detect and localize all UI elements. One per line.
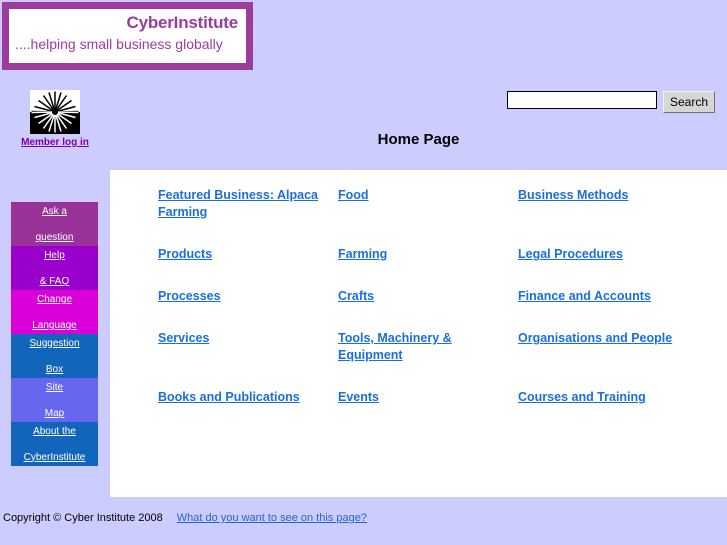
- search-button[interactable]: Search: [662, 91, 715, 113]
- brand-tagline: ....helping small business globally: [15, 36, 223, 52]
- sidebar-label-line1: Help: [44, 249, 65, 261]
- category-link-featured-business[interactable]: Featured Business: Alpaca Farming: [158, 188, 318, 219]
- sidebar-label-line1: About the: [33, 425, 76, 437]
- link-cell: Books and Publications: [158, 389, 338, 406]
- category-link-products[interactable]: Products: [158, 247, 212, 261]
- search-input[interactable]: [506, 91, 657, 109]
- link-cell: Organisations and People: [518, 330, 698, 364]
- category-link-grid: Featured Business: Alpaca Farming Food B…: [158, 187, 698, 431]
- category-link-legal-procedures[interactable]: Legal Procedures: [518, 247, 623, 261]
- content-panel: Featured Business: Alpaca Farming Food B…: [110, 170, 727, 497]
- category-link-finance-and-accounts[interactable]: Finance and Accounts: [518, 289, 651, 303]
- link-cell: Processes: [158, 288, 338, 305]
- feedback-link[interactable]: What do you want to see on this page?: [177, 512, 367, 524]
- sidebar-item-suggestion-box[interactable]: Suggestion Box: [11, 334, 98, 378]
- category-link-processes[interactable]: Processes: [158, 289, 221, 303]
- sidebar-label-line1: Site: [45, 381, 64, 393]
- sidebar-label-line1: Ask a: [41, 205, 67, 217]
- sidebar-label-line2: question: [35, 231, 74, 243]
- category-link-food[interactable]: Food: [338, 188, 369, 202]
- sidebar-label-line2: Box: [45, 363, 64, 375]
- sidebar-label-line1: Suggestion: [29, 337, 80, 349]
- footer: Copyright © Cyber Institute 2008 What do…: [0, 512, 727, 524]
- category-link-farming[interactable]: Farming: [338, 247, 387, 261]
- sidebar-item-label: Help & FAQ: [36, 249, 73, 288]
- sidebar-item-help-and-faq[interactable]: Help & FAQ: [11, 246, 98, 290]
- sidebar-item-label: Suggestion Box: [25, 337, 83, 376]
- sidebar-item-label: Change Language: [28, 293, 81, 332]
- side-navigation: Ask a question Help & FAQ Change Languag…: [11, 202, 98, 466]
- link-row: Featured Business: Alpaca Farming Food B…: [158, 187, 698, 221]
- link-row: Books and Publications Events Courses an…: [158, 389, 698, 406]
- link-row: Processes Crafts Finance and Accounts: [158, 288, 698, 305]
- link-cell: Business Methods: [518, 187, 698, 221]
- sidebar-label-line2: CyberInstitute: [23, 451, 86, 463]
- category-link-books-and-publications[interactable]: Books and Publications: [158, 390, 300, 404]
- sidebar-label-line2: Map: [44, 407, 65, 419]
- link-cell: Products: [158, 246, 338, 263]
- sidebar-label-line1: Change: [36, 293, 73, 305]
- sidebar-item-change-language[interactable]: Change Language: [11, 290, 98, 334]
- brand-name: CyberInstitute: [126, 13, 239, 32]
- sidebar-item-site-map[interactable]: Site Map: [11, 378, 98, 422]
- logo-block: Member log in: [19, 90, 91, 148]
- masthead-inner-panel: CyberInstitute ....helping small busines…: [9, 9, 246, 63]
- sidebar-item-label: Ask a question: [32, 205, 78, 244]
- sidebar-label-line2: Language: [32, 319, 77, 331]
- link-cell: Finance and Accounts: [518, 288, 698, 305]
- starburst-logo-icon: [30, 90, 80, 134]
- category-link-services[interactable]: Services: [158, 331, 209, 345]
- category-link-tools-machinery-equipment[interactable]: Tools, Machinery & Equipment: [338, 331, 452, 362]
- link-cell: Services: [158, 330, 338, 364]
- sidebar-item-about-the-cyberinstitute[interactable]: About the CyberInstitute: [11, 422, 98, 466]
- link-cell: Featured Business: Alpaca Farming: [158, 187, 338, 221]
- masthead-banner: CyberInstitute ....helping small busines…: [2, 2, 253, 70]
- category-link-business-methods[interactable]: Business Methods: [518, 188, 628, 202]
- link-cell: Crafts: [338, 288, 518, 305]
- link-row: Services Tools, Machinery & Equipment Or…: [158, 330, 698, 364]
- category-link-courses-and-training[interactable]: Courses and Training: [518, 390, 646, 404]
- search-area: Search: [506, 91, 715, 113]
- link-cell: Legal Procedures: [518, 246, 698, 263]
- link-cell: Farming: [338, 246, 518, 263]
- link-cell: Courses and Training: [518, 389, 698, 406]
- page-title: Home Page: [377, 131, 460, 148]
- copyright-text: Copyright © Cyber Institute 2008: [3, 512, 163, 524]
- link-cell: Tools, Machinery & Equipment: [338, 330, 518, 364]
- sidebar-item-label: About the CyberInstitute: [20, 425, 90, 464]
- sidebar-item-label: Site Map: [41, 381, 68, 420]
- link-cell: Food: [338, 187, 518, 221]
- member-login-link[interactable]: Member log in: [19, 137, 91, 148]
- link-row: Products Farming Legal Procedures: [158, 246, 698, 263]
- category-link-organisations-and-people[interactable]: Organisations and People: [518, 331, 672, 345]
- category-link-events[interactable]: Events: [338, 390, 379, 404]
- category-link-crafts[interactable]: Crafts: [338, 289, 374, 303]
- link-cell: Events: [338, 389, 518, 406]
- sidebar-label-line2: & FAQ: [39, 275, 70, 287]
- sidebar-item-ask-a-question[interactable]: Ask a question: [11, 202, 98, 246]
